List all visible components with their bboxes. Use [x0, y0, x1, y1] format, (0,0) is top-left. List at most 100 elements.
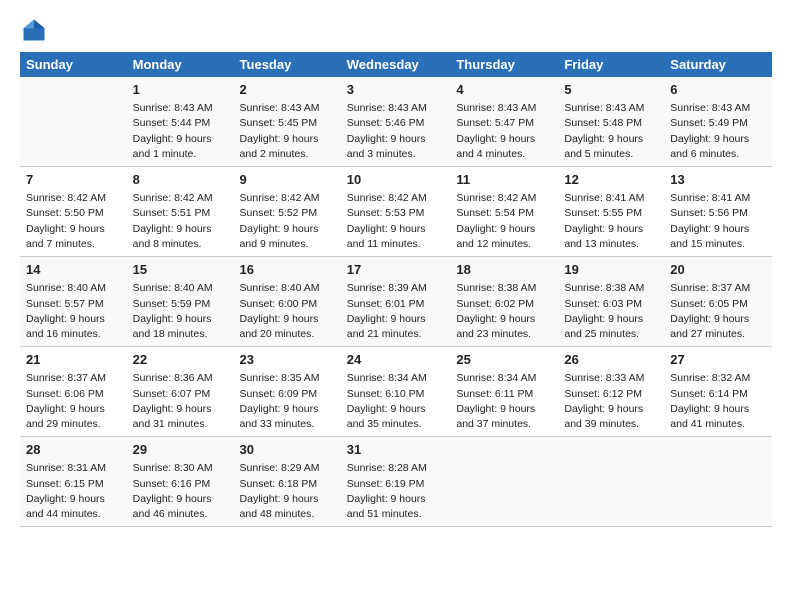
day-info: Sunrise: 8:37 AMSunset: 6:05 PMDaylight:…: [670, 281, 766, 342]
day-number: 23: [240, 351, 335, 369]
header-tuesday: Tuesday: [234, 52, 341, 77]
day-info: Sunrise: 8:38 AMSunset: 6:02 PMDaylight:…: [456, 281, 552, 342]
day-info: Sunrise: 8:42 AMSunset: 5:53 PMDaylight:…: [347, 191, 445, 252]
day-info: Sunrise: 8:42 AMSunset: 5:51 PMDaylight:…: [133, 191, 228, 252]
day-number: 29: [133, 441, 228, 459]
calendar-cell: 31 Sunrise: 8:28 AMSunset: 6:19 PMDayligh…: [341, 437, 451, 527]
day-number: 19: [564, 261, 658, 279]
day-number: 24: [347, 351, 445, 369]
header-friday: Friday: [558, 52, 664, 77]
calendar-cell: 21 Sunrise: 8:37 AMSunset: 6:06 PMDayligh…: [20, 347, 127, 437]
logo: [20, 16, 52, 44]
day-number: 26: [564, 351, 658, 369]
day-info: Sunrise: 8:42 AMSunset: 5:52 PMDaylight:…: [240, 191, 335, 252]
day-info: Sunrise: 8:34 AMSunset: 6:11 PMDaylight:…: [456, 371, 552, 432]
week-row-4: 21 Sunrise: 8:37 AMSunset: 6:06 PMDayligh…: [20, 347, 772, 437]
calendar-cell: 4Sunrise: 8:43 AMSunset: 5:47 PMDaylight…: [450, 77, 558, 167]
day-number: 14: [26, 261, 121, 279]
calendar-cell: 3 Sunrise: 8:43 AMSunset: 5:46 PMDaylight…: [341, 77, 451, 167]
header-sunday: Sunday: [20, 52, 127, 77]
day-number: 11: [456, 171, 552, 189]
day-number: 20: [670, 261, 766, 279]
day-info: Sunrise: 8:43 AMSunset: 5:47 PMDaylight:…: [456, 101, 552, 162]
header-row: [20, 16, 772, 44]
calendar-cell: 8 Sunrise: 8:42 AMSunset: 5:51 PMDaylight…: [127, 167, 234, 257]
day-info: Sunrise: 8:40 AMSunset: 5:59 PMDaylight:…: [133, 281, 228, 342]
calendar-cell: 25Sunrise: 8:34 AMSunset: 6:11 PMDayligh…: [450, 347, 558, 437]
header-row-days: SundayMondayTuesdayWednesdayThursdayFrid…: [20, 52, 772, 77]
week-row-2: 7Sunrise: 8:42 AMSunset: 5:50 PMDaylight…: [20, 167, 772, 257]
day-number: 16: [240, 261, 335, 279]
day-info: Sunrise: 8:43 AMSunset: 5:45 PMDaylight:…: [240, 101, 335, 162]
day-info: Sunrise: 8:33 AMSunset: 6:12 PMDaylight:…: [564, 371, 658, 432]
calendar-table: SundayMondayTuesdayWednesdayThursdayFrid…: [20, 52, 772, 527]
logo-icon: [20, 16, 48, 44]
day-number: 5: [564, 81, 658, 99]
day-info: Sunrise: 8:43 AMSunset: 5:49 PMDaylight:…: [670, 101, 766, 162]
calendar-cell: 30Sunrise: 8:29 AMSunset: 6:18 PMDayligh…: [234, 437, 341, 527]
day-info: Sunrise: 8:35 AMSunset: 6:09 PMDaylight:…: [240, 371, 335, 432]
day-number: 28: [26, 441, 121, 459]
day-info: Sunrise: 8:31 AMSunset: 6:15 PMDaylight:…: [26, 461, 121, 522]
day-info: Sunrise: 8:38 AMSunset: 6:03 PMDaylight:…: [564, 281, 658, 342]
day-number: 31: [347, 441, 445, 459]
day-number: 6: [670, 81, 766, 99]
day-number: 13: [670, 171, 766, 189]
calendar-cell: 29Sunrise: 8:30 AMSunset: 6:16 PMDayligh…: [127, 437, 234, 527]
day-info: Sunrise: 8:43 AMSunset: 5:44 PMDaylight:…: [133, 101, 228, 162]
calendar-cell: 20 Sunrise: 8:37 AMSunset: 6:05 PMDayligh…: [664, 257, 772, 347]
calendar-cell: [450, 437, 558, 527]
day-number: 12: [564, 171, 658, 189]
week-row-5: 28 Sunrise: 8:31 AMSunset: 6:15 PMDayligh…: [20, 437, 772, 527]
calendar-cell: 11 Sunrise: 8:42 AMSunset: 5:54 PMDayligh…: [450, 167, 558, 257]
day-info: Sunrise: 8:40 AMSunset: 6:00 PMDaylight:…: [240, 281, 335, 342]
calendar-cell: 13 Sunrise: 8:41 AMSunset: 5:56 PMDayligh…: [664, 167, 772, 257]
calendar-cell: [558, 437, 664, 527]
calendar-cell: 28 Sunrise: 8:31 AMSunset: 6:15 PMDayligh…: [20, 437, 127, 527]
calendar-cell: 1 Sunrise: 8:43 AMSunset: 5:44 PMDaylight…: [127, 77, 234, 167]
day-info: Sunrise: 8:36 AMSunset: 6:07 PMDaylight:…: [133, 371, 228, 432]
day-number: 22: [133, 351, 228, 369]
calendar-cell: 16 Sunrise: 8:40 AMSunset: 6:00 PMDayligh…: [234, 257, 341, 347]
day-number: 21: [26, 351, 121, 369]
day-info: Sunrise: 8:39 AMSunset: 6:01 PMDaylight:…: [347, 281, 445, 342]
day-number: 1: [133, 81, 228, 99]
day-info: Sunrise: 8:29 AMSunset: 6:18 PMDaylight:…: [240, 461, 335, 522]
day-number: 17: [347, 261, 445, 279]
day-number: 2: [240, 81, 335, 99]
calendar-cell: 23 Sunrise: 8:35 AMSunset: 6:09 PMDayligh…: [234, 347, 341, 437]
day-info: Sunrise: 8:43 AMSunset: 5:46 PMDaylight:…: [347, 101, 445, 162]
day-info: Sunrise: 8:41 AMSunset: 5:56 PMDaylight:…: [670, 191, 766, 252]
calendar-cell: 27Sunrise: 8:32 AMSunset: 6:14 PMDayligh…: [664, 347, 772, 437]
week-row-1: 1 Sunrise: 8:43 AMSunset: 5:44 PMDaylight…: [20, 77, 772, 167]
week-row-3: 14 Sunrise: 8:40 AMSunset: 5:57 PMDayligh…: [20, 257, 772, 347]
day-info: Sunrise: 8:42 AMSunset: 5:54 PMDaylight:…: [456, 191, 552, 252]
day-info: Sunrise: 8:37 AMSunset: 6:06 PMDaylight:…: [26, 371, 121, 432]
calendar-body: 1 Sunrise: 8:43 AMSunset: 5:44 PMDaylight…: [20, 77, 772, 527]
day-info: Sunrise: 8:41 AMSunset: 5:55 PMDaylight:…: [564, 191, 658, 252]
header-monday: Monday: [127, 52, 234, 77]
calendar-cell: 14 Sunrise: 8:40 AMSunset: 5:57 PMDayligh…: [20, 257, 127, 347]
day-number: 18: [456, 261, 552, 279]
calendar-cell: 17 Sunrise: 8:39 AMSunset: 6:01 PMDayligh…: [341, 257, 451, 347]
calendar-cell: [20, 77, 127, 167]
day-number: 10: [347, 171, 445, 189]
day-number: 15: [133, 261, 228, 279]
day-info: Sunrise: 8:34 AMSunset: 6:10 PMDaylight:…: [347, 371, 445, 432]
day-info: Sunrise: 8:42 AMSunset: 5:50 PMDaylight:…: [26, 191, 121, 252]
calendar-cell: 7Sunrise: 8:42 AMSunset: 5:50 PMDaylight…: [20, 167, 127, 257]
calendar-cell: 2 Sunrise: 8:43 AMSunset: 5:45 PMDaylight…: [234, 77, 341, 167]
calendar-cell: 22 Sunrise: 8:36 AMSunset: 6:07 PMDayligh…: [127, 347, 234, 437]
day-number: 8: [133, 171, 228, 189]
calendar-cell: 19 Sunrise: 8:38 AMSunset: 6:03 PMDayligh…: [558, 257, 664, 347]
calendar-cell: 9Sunrise: 8:42 AMSunset: 5:52 PMDaylight…: [234, 167, 341, 257]
day-info: Sunrise: 8:40 AMSunset: 5:57 PMDaylight:…: [26, 281, 121, 342]
day-number: 3: [347, 81, 445, 99]
page-container: SundayMondayTuesdayWednesdayThursdayFrid…: [0, 0, 792, 537]
calendar-cell: 15 Sunrise: 8:40 AMSunset: 5:59 PMDayligh…: [127, 257, 234, 347]
calendar-header: SundayMondayTuesdayWednesdayThursdayFrid…: [20, 52, 772, 77]
day-info: Sunrise: 8:43 AMSunset: 5:48 PMDaylight:…: [564, 101, 658, 162]
day-info: Sunrise: 8:28 AMSunset: 6:19 PMDaylight:…: [347, 461, 445, 522]
header-saturday: Saturday: [664, 52, 772, 77]
calendar-cell: 24 Sunrise: 8:34 AMSunset: 6:10 PMDayligh…: [341, 347, 451, 437]
